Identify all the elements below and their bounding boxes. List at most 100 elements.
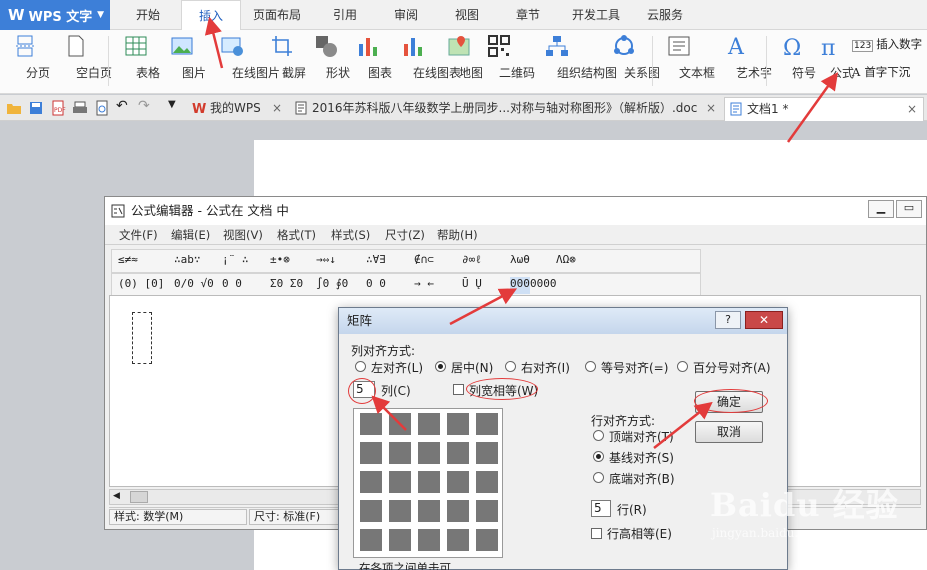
screenshot-button[interactable]: 截屏 bbox=[262, 34, 306, 90]
tab-document1[interactable]: 文档1 * × bbox=[724, 97, 924, 121]
minimize-button[interactable]: ▁ bbox=[868, 200, 894, 218]
tab-my-wps[interactable]: W 我的WPS × bbox=[188, 97, 288, 121]
tab-start[interactable]: 开始 bbox=[126, 0, 170, 30]
menu-style[interactable]: 样式(S) bbox=[331, 227, 370, 243]
matrix-grid-cell[interactable] bbox=[389, 500, 411, 522]
matrix-grid-cell[interactable] bbox=[447, 442, 469, 464]
menu-file[interactable]: 文件(F) bbox=[119, 227, 158, 243]
misc-symbols-palette[interactable]: ∂∞ℓ bbox=[462, 253, 482, 270]
quick-access-dropdown-icon[interactable]: ▼ bbox=[168, 99, 184, 115]
matrix-vector-palette[interactable]: 000 bbox=[510, 277, 530, 294]
matrix-grid-cell[interactable] bbox=[418, 471, 440, 493]
matrix-grid-cell[interactable] bbox=[476, 471, 498, 493]
matrix-grid-cell[interactable] bbox=[360, 413, 382, 435]
radio-column-right[interactable] bbox=[505, 361, 516, 372]
matrix-grid-cell[interactable] bbox=[476, 529, 498, 551]
radio-column-left[interactable] bbox=[355, 361, 366, 372]
matrix-grid-cell[interactable] bbox=[389, 471, 411, 493]
save-icon[interactable] bbox=[28, 100, 44, 116]
logical-symbols-palette[interactable]: ∴∀∃ bbox=[366, 253, 386, 270]
tab-developer[interactable]: 开发工具 bbox=[566, 0, 626, 30]
radio-column-percent[interactable] bbox=[677, 361, 688, 372]
equal-column-width-checkbox[interactable] bbox=[453, 384, 464, 395]
matrix-grid-cell[interactable] bbox=[360, 529, 382, 551]
matrix-grid-cell[interactable] bbox=[447, 500, 469, 522]
menu-size[interactable]: 尺寸(Z) bbox=[385, 227, 425, 243]
tab-references[interactable]: 引用 bbox=[325, 0, 365, 30]
tab-page-layout[interactable]: 页面布局 bbox=[248, 0, 306, 30]
radio-row-top[interactable] bbox=[593, 430, 604, 441]
matrix-grid-cell[interactable] bbox=[418, 442, 440, 464]
org-chart-button[interactable]: 组织结构图 bbox=[524, 34, 617, 90]
matrix-grid-cell[interactable] bbox=[476, 500, 498, 522]
matrix-grid-cell[interactable] bbox=[360, 471, 382, 493]
drop-cap-button[interactable]: A 首字下沉 bbox=[852, 64, 910, 80]
matrix-dialog-titlebar[interactable]: 矩阵 ? ✕ bbox=[339, 308, 787, 334]
radio-column-center[interactable] bbox=[435, 361, 446, 372]
matrix-grid-cell[interactable] bbox=[447, 413, 469, 435]
underbar-overbar-palette[interactable]: 0 0 bbox=[366, 277, 386, 294]
matrix-grid-cell[interactable] bbox=[418, 500, 440, 522]
tab-view[interactable]: 视图 bbox=[447, 0, 487, 30]
radio-row-bottom[interactable] bbox=[593, 472, 604, 483]
matrix-grid-cell[interactable] bbox=[389, 413, 411, 435]
relation-symbols-palette[interactable]: ≤≠≈ bbox=[118, 253, 138, 270]
fraction-radical-palette[interactable]: 0/0 √0 bbox=[174, 277, 214, 294]
close-icon[interactable]: × bbox=[706, 97, 716, 119]
summation-palette[interactable]: Σ0 Σ0 bbox=[270, 277, 303, 294]
matrix-size-grid[interactable] bbox=[353, 408, 503, 558]
redo-icon[interactable]: ↷ bbox=[138, 98, 154, 114]
greek-lower-palette[interactable]: λωθ bbox=[510, 253, 530, 270]
matrix-grid-cell[interactable] bbox=[476, 442, 498, 464]
page-break-button[interactable]: 分页 bbox=[6, 34, 50, 90]
chart-button[interactable]: 图表 bbox=[350, 34, 392, 90]
menu-format[interactable]: 格式(T) bbox=[277, 227, 316, 243]
rows-input[interactable]: 5 bbox=[591, 500, 611, 517]
tab-insert[interactable]: 插入 bbox=[181, 0, 241, 31]
map-button[interactable]: 地图 bbox=[442, 34, 483, 90]
table-button[interactable]: 表格 bbox=[116, 34, 160, 90]
close-icon[interactable]: × bbox=[907, 98, 917, 120]
integral-palette[interactable]: ∫0 ∮0 bbox=[316, 277, 348, 294]
equal-row-height-checkbox[interactable] bbox=[591, 528, 602, 539]
relation-chart-button[interactable]: 关系图 bbox=[602, 34, 660, 90]
matrix-grid-cell[interactable] bbox=[447, 471, 469, 493]
scroll-thumb[interactable] bbox=[130, 491, 148, 503]
tab-review[interactable]: 审阅 bbox=[386, 0, 426, 30]
symbol-button[interactable]: Ω 符号 bbox=[772, 34, 816, 90]
matrix-grid-cell[interactable] bbox=[360, 442, 382, 464]
matrix-grid-cell[interactable] bbox=[389, 529, 411, 551]
set-theory-palette[interactable]: ∉∩⊂ bbox=[414, 253, 434, 270]
equation-editor-titlebar[interactable]: 公式编辑器 - 公式在 文档 中 ▁ ▭ bbox=[105, 197, 926, 225]
online-picture-button[interactable]: 在线图片 bbox=[206, 34, 280, 90]
print-icon[interactable] bbox=[72, 100, 88, 116]
spaces-ellipses-palette[interactable]: ∴ab∵ bbox=[174, 253, 201, 270]
export-pdf-icon[interactable]: PDF bbox=[50, 100, 66, 116]
qrcode-button[interactable]: 二维码 bbox=[478, 34, 535, 90]
formula-button[interactable]: π 公式 bbox=[814, 34, 854, 90]
insert-number-button[interactable]: 123 插入数字 bbox=[852, 36, 922, 52]
matrix-grid-button[interactable]: 0000 bbox=[530, 277, 557, 294]
matrix-grid-cell[interactable] bbox=[418, 413, 440, 435]
products-palette[interactable]: Ū Ų bbox=[462, 277, 482, 294]
matrix-grid-cell[interactable] bbox=[360, 500, 382, 522]
labeled-arrow-palette[interactable]: → ← bbox=[414, 277, 434, 294]
close-icon[interactable]: × bbox=[272, 97, 282, 119]
wps-app-menu-button[interactable]: W WPS 文字 ▼ bbox=[0, 0, 110, 30]
picture-button[interactable]: 图片 bbox=[160, 34, 206, 90]
menu-view[interactable]: 视图(V) bbox=[223, 227, 263, 243]
undo-icon[interactable]: ↶ bbox=[116, 98, 132, 114]
equation-slot-placeholder[interactable] bbox=[132, 312, 152, 364]
radio-column-equals[interactable] bbox=[585, 361, 596, 372]
radio-row-baseline[interactable] bbox=[593, 451, 604, 462]
shape-button[interactable]: 形状 bbox=[306, 34, 350, 90]
operator-symbols-palette[interactable]: ±•⊗ bbox=[270, 253, 290, 270]
greek-upper-palette[interactable]: ΛΩ⊗ bbox=[556, 253, 576, 270]
cancel-button[interactable]: 取消 bbox=[695, 421, 763, 443]
maximize-button[interactable]: ▭ bbox=[896, 200, 922, 218]
arrow-symbols-palette[interactable]: →⇔↓ bbox=[316, 253, 336, 270]
word-art-button[interactable]: A 艺术字 bbox=[710, 34, 772, 90]
menu-edit[interactable]: 编辑(E) bbox=[171, 227, 210, 243]
help-button[interactable]: ? bbox=[715, 311, 741, 329]
menu-help[interactable]: 帮助(H) bbox=[437, 227, 478, 243]
